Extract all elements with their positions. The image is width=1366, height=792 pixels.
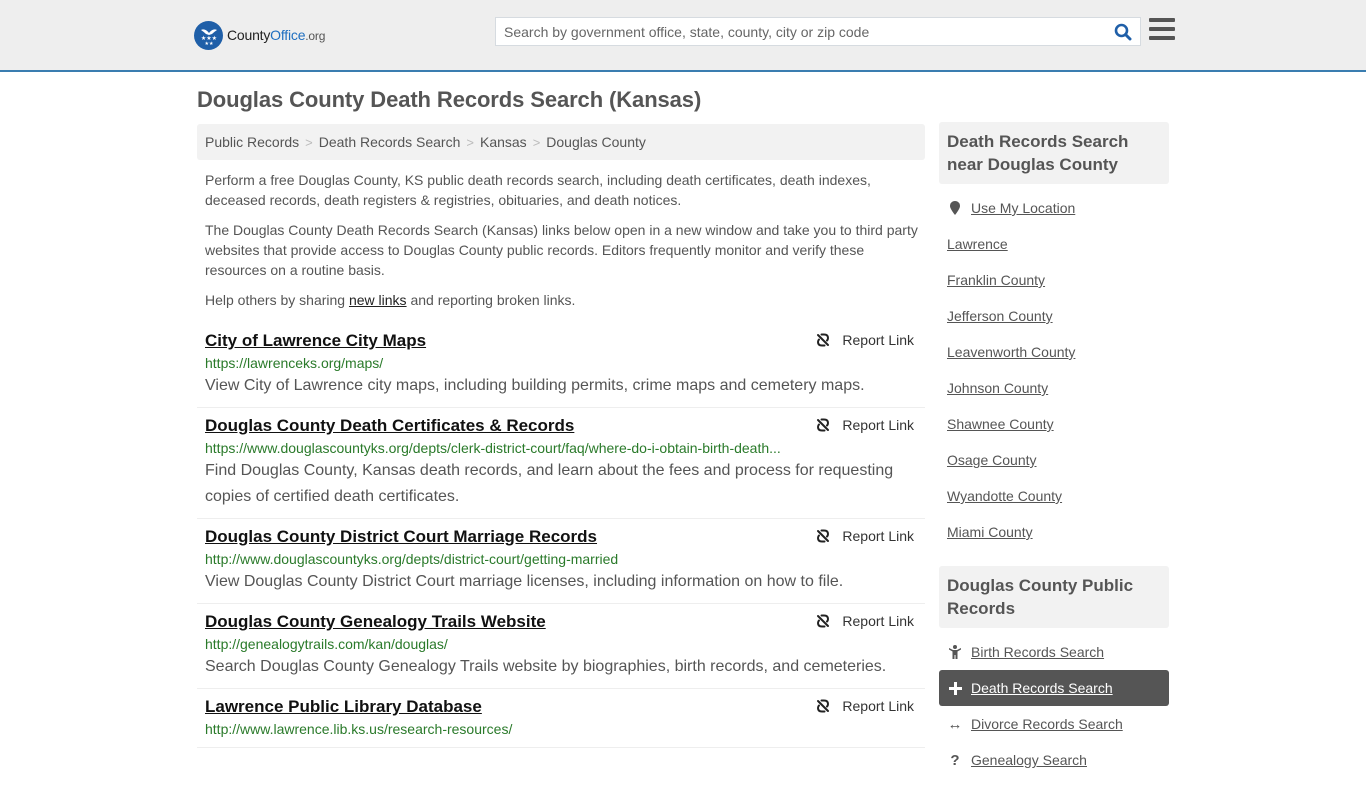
nearby-link[interactable]: Miami County [947, 524, 1033, 540]
nearby-item[interactable]: Jefferson County [939, 298, 1169, 334]
nearby-link[interactable]: Shawnee County [947, 416, 1054, 432]
result-url[interactable]: https://lawrenceks.org/maps/ [205, 355, 785, 371]
intro-paragraph-2: The Douglas County Death Records Search … [205, 222, 918, 278]
nearby-item[interactable]: Osage County [939, 442, 1169, 478]
nearby-item[interactable]: Johnson County [939, 370, 1169, 406]
nearby-item[interactable]: Lawrence [939, 226, 1169, 262]
broken-link-icon [817, 333, 830, 347]
report-link-button[interactable]: Report Link [815, 698, 914, 714]
report-link-label: Report Link [842, 332, 914, 348]
report-link-button[interactable]: Report Link [815, 528, 914, 544]
nearby-link[interactable]: Leavenworth County [947, 344, 1075, 360]
search-icon [1114, 23, 1132, 40]
nearby-item[interactable]: Franklin County [939, 262, 1169, 298]
public-records-item[interactable]: Birth Records Search [939, 634, 1169, 670]
public-records-item[interactable]: ↔ Divorce Records Search [939, 706, 1169, 742]
report-link-label: Report Link [842, 417, 914, 433]
result-description: View City of Lawrence city maps, includi… [205, 377, 865, 394]
public-records-link[interactable]: Birth Records Search [971, 644, 1104, 660]
question-icon: ? [950, 751, 960, 769]
breadcrumb-douglas-county[interactable]: Douglas County [546, 134, 646, 150]
nearby-item[interactable]: Leavenworth County [939, 334, 1169, 370]
result-item: Douglas County District Court Marriage R… [197, 519, 925, 604]
nearby-item[interactable]: Miami County [939, 514, 1169, 550]
nearby-item[interactable]: Shawnee County [939, 406, 1169, 442]
nearby-list: Use My Location Lawrence Franklin County J… [939, 184, 1169, 564]
result-item: Douglas County Genealogy Trails Website R… [197, 604, 925, 689]
nearby-link[interactable]: Franklin County [947, 272, 1045, 288]
result-title-link[interactable]: Lawrence Public Library Database [205, 697, 482, 717]
search-input[interactable] [496, 18, 1106, 45]
public-records-item[interactable]: Death Records Search [939, 670, 1169, 706]
broken-link-icon [817, 418, 830, 432]
breadcrumb-kansas[interactable]: Kansas [480, 134, 527, 150]
report-link-label: Report Link [842, 613, 914, 629]
broken-link-icon [817, 529, 830, 543]
result-url[interactable]: http://www.lawrence.lib.ks.us/research-r… [205, 721, 785, 737]
result-title-link[interactable]: City of Lawrence City Maps [205, 331, 426, 351]
result-item: Douglas County Death Certificates & Reco… [197, 408, 925, 519]
result-item: Lawrence Public Library Database Report L… [197, 689, 925, 748]
intro-paragraph-3: Help others by sharing new links and rep… [205, 292, 576, 308]
result-url[interactable]: https://www.douglascountyks.org/depts/cl… [205, 440, 785, 456]
broken-link-icon [817, 699, 830, 713]
breadcrumb-separator-icon: > [532, 134, 541, 150]
report-link-label: Report Link [842, 528, 914, 544]
result-url[interactable]: http://genealogytrails.com/kan/douglas/ [205, 636, 785, 652]
breadcrumb-separator-icon: > [466, 134, 474, 150]
report-link-button[interactable]: Report Link [815, 332, 914, 348]
public-records-link[interactable]: Divorce Records Search [971, 716, 1123, 732]
search-bar [495, 17, 1141, 46]
nearby-link[interactable]: Osage County [947, 452, 1037, 468]
use-my-location-link[interactable]: Use My Location [971, 200, 1075, 216]
breadcrumb-separator-icon: > [305, 134, 313, 150]
result-title-link[interactable]: Douglas County Death Certificates & Reco… [205, 416, 574, 436]
page-title: Douglas County Death Records Search (Kan… [197, 87, 702, 112]
nearby-heading: Death Records Search near Douglas County [939, 122, 1169, 184]
report-link-button[interactable]: Report Link [815, 613, 914, 629]
breadcrumb-death-records-search[interactable]: Death Records Search [319, 134, 461, 150]
broken-link-icon [817, 614, 830, 628]
site-header: ★★★ ★★ CountyOffice.org [0, 0, 1366, 72]
intro-text: Perform a free Douglas County, KS public… [205, 170, 920, 320]
public-records-item[interactable]: ? Genealogy Search [939, 742, 1169, 778]
public-records-heading: Douglas County Public Records [939, 566, 1169, 628]
use-my-location-item[interactable]: Use My Location [939, 190, 1169, 226]
results-list: City of Lawrence City Maps Report Link htt… [197, 323, 925, 748]
breadcrumb: Public Records > Death Records Search > … [197, 124, 925, 160]
search-button[interactable] [1106, 18, 1140, 45]
child-icon [947, 645, 963, 659]
nearby-link[interactable]: Jefferson County [947, 308, 1053, 324]
report-link-label: Report Link [842, 698, 914, 714]
result-title-link[interactable]: Douglas County Genealogy Trails Website [205, 612, 546, 632]
new-links-link[interactable]: new links [349, 292, 407, 308]
nearby-link[interactable]: Wyandotte County [947, 488, 1062, 504]
result-title-link[interactable]: Douglas County District Court Marriage R… [205, 527, 597, 547]
public-records-list: Birth Records Search Death Records Search… [939, 628, 1169, 792]
nearby-link[interactable]: Lawrence [947, 236, 1008, 252]
hamburger-menu-icon[interactable] [1149, 18, 1175, 42]
map-marker-icon [947, 201, 963, 215]
nearby-item[interactable]: Wyandotte County [939, 478, 1169, 514]
report-link-button[interactable]: Report Link [815, 417, 914, 433]
logo-text: CountyOffice.org [227, 27, 326, 43]
sidebar: Death Records Search near Douglas County… [939, 122, 1169, 792]
result-description: Search Douglas County Genealogy Trails w… [205, 658, 887, 675]
breadcrumb-public-records[interactable]: Public Records [205, 134, 299, 150]
site-logo[interactable]: ★★★ ★★ CountyOffice.org [194, 20, 325, 50]
result-item: City of Lawrence City Maps Report Link htt… [197, 323, 925, 408]
svg-text:★★: ★★ [204, 41, 213, 46]
public-records-link[interactable]: Death Records Search [971, 680, 1113, 696]
result-url[interactable]: http://www.douglascountyks.org/depts/dis… [205, 551, 785, 567]
plus-icon [947, 681, 963, 695]
arrows-horizontal-icon: ↔ [947, 715, 963, 733]
result-description: Find Douglas County, Kansas death record… [205, 462, 894, 505]
result-description: View Douglas County District Court marri… [205, 573, 844, 590]
intro-paragraph-1: Perform a free Douglas County, KS public… [205, 172, 871, 208]
eagle-stars-logo-icon: ★★★ ★★ [194, 20, 223, 50]
public-records-link[interactable]: Genealogy Search [971, 752, 1087, 768]
nearby-link[interactable]: Johnson County [947, 380, 1048, 396]
